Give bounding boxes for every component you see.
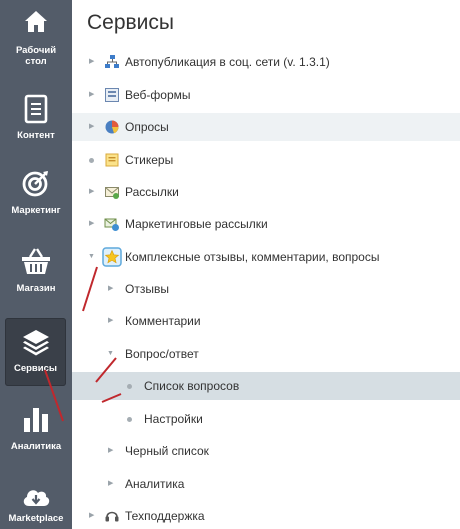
bar-chart-icon xyxy=(24,408,48,432)
network-icon xyxy=(105,55,119,68)
expand-arrow-icon[interactable]: ▶ xyxy=(89,210,94,238)
sidebar-item-analytics[interactable]: Аналитика xyxy=(0,404,72,452)
mailing-icon xyxy=(105,187,119,199)
tree-item-label: Отзывы xyxy=(125,282,169,296)
tree-item-analytics[interactable]: ▶ Аналитика xyxy=(72,470,460,498)
sidebar-item-desktop[interactable]: Рабочий стол xyxy=(0,8,72,67)
tree-item-mailings[interactable]: ▶ Рассылки xyxy=(72,178,460,206)
expand-arrow-icon[interactable]: ▶ xyxy=(89,48,94,76)
tree-item-complex-reviews[interactable]: ▼ Комплексные отзывы, комментарии, вопро… xyxy=(72,243,460,271)
home-icon xyxy=(25,11,47,32)
sidebar-item-store[interactable]: Магазин xyxy=(0,247,72,294)
sidebar-label: Магазин xyxy=(16,283,56,294)
tree-item-label: Вопрос/ответ xyxy=(125,347,199,361)
tree-item-label: Черный список xyxy=(125,444,209,458)
tree-item-autopost[interactable]: ▶ Автопубликация в соц. сети (v. 1.3.1) xyxy=(72,48,460,76)
sidebar-item-services[interactable]: Сервисы xyxy=(5,318,66,386)
expand-arrow-icon[interactable]: ▶ xyxy=(108,307,113,335)
tree-item-label: Техподдержка xyxy=(125,509,205,523)
sidebar-item-marketplace[interactable]: Marketplace xyxy=(0,486,72,524)
sidebar-item-content[interactable]: Контент xyxy=(0,94,72,141)
target-icon xyxy=(22,171,48,197)
expand-arrow-icon[interactable]: ▶ xyxy=(89,502,94,529)
tree-item-label: Комментарии xyxy=(125,314,201,328)
sidebar-label: Marketplace xyxy=(8,513,64,524)
basket-icon xyxy=(22,248,50,274)
tree-item-marketing-mailings[interactable]: ▶ Маркетинговые рассылки xyxy=(72,210,460,238)
tree-item-webforms[interactable]: ▶ Веб-формы xyxy=(72,81,460,109)
tree-item-qa[interactable]: ▼ Вопрос/ответ xyxy=(72,340,460,368)
headset-icon xyxy=(105,511,119,522)
expand-arrow-icon[interactable]: ▶ xyxy=(89,113,94,141)
sidebar-label: Сервисы xyxy=(13,363,58,374)
expand-arrow-icon[interactable]: ▶ xyxy=(108,470,113,498)
expand-arrow-icon[interactable]: ▶ xyxy=(89,178,94,206)
tree-item-label: Автопубликация в соц. сети (v. 1.3.1) xyxy=(125,55,330,69)
tree-item-label: Стикеры xyxy=(125,153,174,167)
tree-item-stickers[interactable]: Стикеры xyxy=(72,146,460,174)
sticker-icon xyxy=(105,153,119,167)
collapse-arrow-icon[interactable]: ▼ xyxy=(88,243,95,271)
tree-item-question-list[interactable]: Список вопросов xyxy=(72,372,460,400)
sidebar-label: стол xyxy=(25,56,47,67)
sidebar-label: Контент xyxy=(17,130,55,141)
tree-item-reviews[interactable]: ▶ Отзывы xyxy=(72,275,460,303)
marketing-mailing-icon xyxy=(104,218,119,231)
cloud-download-icon xyxy=(23,490,50,506)
tree-item-settings[interactable]: Настройки xyxy=(72,405,460,433)
layers-icon xyxy=(22,330,49,356)
sidebar-label: Рабочий xyxy=(15,45,57,56)
main-panel: Сервисы ▶ Автопубликация в соц. сети (v.… xyxy=(72,0,460,529)
tree-item-label: Комплексные отзывы, комментарии, вопросы xyxy=(125,250,380,264)
tree-item-label: Список вопросов xyxy=(144,379,240,393)
tree-item-label: Опросы xyxy=(125,120,169,134)
left-sidebar: Рабочий стол Контент Маркетинг Магазин С… xyxy=(0,0,72,529)
star-icon xyxy=(102,247,122,267)
sidebar-item-marketing[interactable]: Маркетинг xyxy=(0,168,72,216)
tree-item-label: Маркетинговые рассылки xyxy=(125,217,268,231)
form-icon xyxy=(105,88,119,102)
document-icon xyxy=(24,94,48,124)
expand-arrow-icon[interactable]: ▶ xyxy=(108,275,113,303)
bullet-icon xyxy=(89,158,94,163)
bullet-icon xyxy=(127,417,132,422)
tree-item-comments[interactable]: ▶ Комментарии xyxy=(72,307,460,335)
collapse-arrow-icon[interactable]: ▼ xyxy=(107,340,114,368)
tree-item-polls[interactable]: ▶ Опросы xyxy=(72,113,460,141)
sidebar-label: Аналитика xyxy=(10,441,62,452)
bullet-icon xyxy=(127,384,132,389)
expand-arrow-icon[interactable]: ▶ xyxy=(89,81,94,109)
tree-item-label: Рассылки xyxy=(125,185,179,199)
expand-arrow-icon[interactable]: ▶ xyxy=(108,437,113,465)
tree-item-support[interactable]: ▶ Техподдержка xyxy=(72,502,460,529)
pie-chart-icon xyxy=(105,120,119,134)
tree-item-blacklist[interactable]: ▶ Черный список xyxy=(72,437,460,465)
tree-item-label: Настройки xyxy=(144,412,203,426)
tree-item-label: Веб-формы xyxy=(125,88,191,102)
sidebar-label: Маркетинг xyxy=(11,205,61,216)
page-title: Сервисы xyxy=(87,11,175,34)
tree-item-label: Аналитика xyxy=(125,477,185,491)
